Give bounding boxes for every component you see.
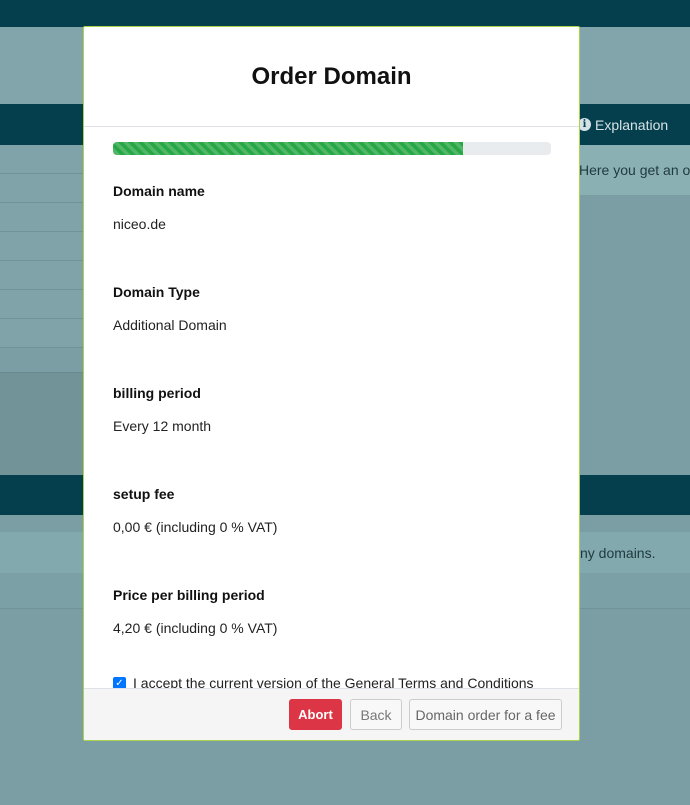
field-setup-fee: setup fee 0,00 € (including 0 % VAT) — [113, 486, 550, 536]
field-value: Every 12 month — [113, 418, 212, 434]
field-value: 0,00 € (including 0 % VAT) — [113, 519, 278, 535]
order-progress — [113, 142, 551, 155]
background-left-shade — [0, 372, 84, 476]
field-value: 4,20 € (including 0 % VAT) — [113, 620, 278, 636]
field-value: Additional Domain — [113, 317, 227, 333]
modal-footer: Abort Back Domain order for a fee — [84, 688, 579, 740]
field-domain-type: Domain Type Additional Domain — [113, 284, 550, 334]
field-price-per-billing-period: Price per billing period 4,20 € (includi… — [113, 587, 550, 637]
order-domain-modal: Order Domain Domain name niceo.de Domain… — [83, 26, 580, 741]
field-label: Domain name — [113, 183, 205, 199]
background-menu-row — [0, 232, 84, 261]
background-left-menu — [0, 145, 84, 348]
field-label: Domain Type — [113, 284, 200, 300]
abort-button[interactable]: Abort — [289, 699, 342, 730]
modal-body: Domain name niceo.de Domain Type Additio… — [84, 127, 579, 733]
background-menu-row — [0, 145, 84, 174]
modal-title: Order Domain — [251, 62, 412, 90]
field-domain-name: Domain name niceo.de — [113, 183, 550, 233]
background-notice-text: ny domains. — [580, 545, 656, 561]
background-menu-row — [0, 174, 84, 203]
modal-header: Order Domain — [84, 27, 579, 127]
order-progress-bar — [113, 142, 464, 155]
field-label: setup fee — [113, 486, 175, 502]
field-value: niceo.de — [113, 216, 166, 232]
explanation-link[interactable]: i Explanation — [578, 104, 668, 145]
domain-order-button[interactable]: Domain order for a fee — [409, 699, 562, 730]
background-overview-text: Here you get an ov — [579, 162, 690, 178]
background-menu-row — [0, 261, 84, 290]
background-menu-row — [0, 290, 84, 319]
background-menu-row — [0, 203, 84, 232]
explanation-label: Explanation — [595, 116, 669, 133]
field-label: Price per billing period — [113, 587, 265, 603]
background-top-navbar — [0, 0, 690, 27]
background-menu-row — [0, 319, 84, 348]
back-button[interactable]: Back — [350, 699, 402, 730]
field-billing-period: billing period Every 12 month — [113, 385, 550, 435]
field-label: billing period — [113, 385, 201, 401]
